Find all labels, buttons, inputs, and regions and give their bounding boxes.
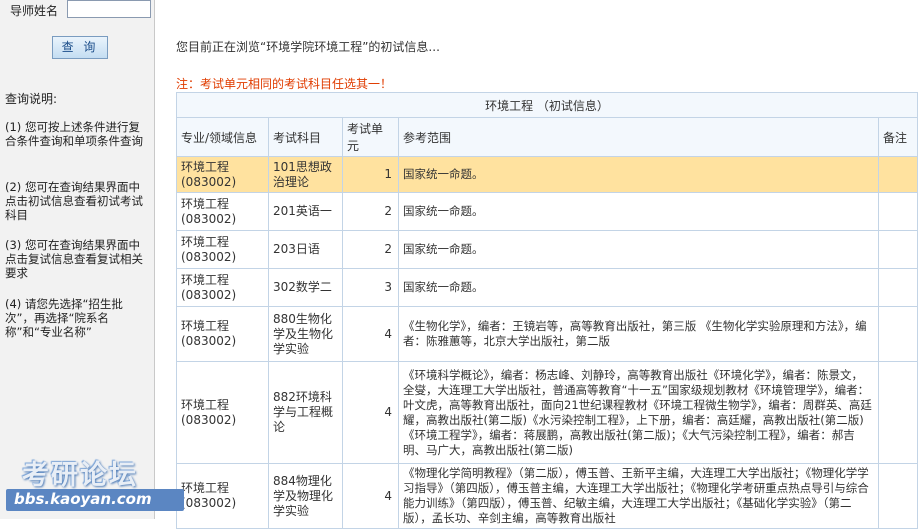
help-item-3: (3) 您可在查询结果界面中点击复试信息查看复试相关要求 <box>5 238 143 280</box>
unit-cell: 1 <box>342 156 399 193</box>
major-cell: 环境工程 (083002) <box>176 268 269 307</box>
reference-cell: 《生物化学》，编者：王镜岩等，高等教育出版社，第三版 《生物化学实验原理和方法》… <box>398 306 879 362</box>
reference-cell: 国家统一命题。 <box>398 192 879 231</box>
major-name: 环境工程 <box>181 272 230 287</box>
major-cell: 环境工程 (083002) <box>176 192 269 231</box>
column-header-subject: 考试科目 <box>268 117 343 157</box>
table-row[interactable]: 环境工程 (083002) 882环境科学与工程概论 4 《环境科学概论》，编者：杨志峰… <box>176 361 919 464</box>
unit-cell: 2 <box>342 230 399 269</box>
kaoyan-watermark-logo: 考研论坛 bbs.kaoyan.com <box>0 453 190 519</box>
subject-cell: 302数学二 <box>268 268 343 307</box>
subject-cell: 203日语 <box>268 230 343 269</box>
reference-cell: 国家统一命题。 <box>398 156 879 193</box>
unit-cell: 4 <box>342 306 399 362</box>
watermark-title: 考研论坛 <box>22 460 138 491</box>
major-name: 环境工程 <box>181 196 230 211</box>
major-name: 环境工程 <box>181 397 230 412</box>
table-row[interactable]: 环境工程 (083002) 201英语一 2 国家统一命题。 <box>176 192 919 231</box>
table-row[interactable]: 环境工程 (083002) 302数学二 3 国家统一命题。 <box>176 268 919 307</box>
major-cell: 环境工程 (083002) <box>176 306 269 362</box>
major-code: (083002) <box>181 174 237 189</box>
help-item-4: (4) 请您先选择“招生批次”，再选择“院系名称”和“专业名称” <box>5 297 123 339</box>
advisor-name-input[interactable] <box>67 0 151 18</box>
table-row[interactable]: 环境工程 (083002) 203日语 2 国家统一命题。 <box>176 230 919 269</box>
table-caption: 环境工程 （初试信息） <box>175 92 919 118</box>
table-row[interactable]: 环境工程 (083002) 880生物化学及生物化学实验 4 《生物化学》，编者：王镜岩… <box>176 306 919 362</box>
remark-cell <box>877 361 919 464</box>
major-cell: 环境工程 (083002) <box>176 230 269 269</box>
unit-cell: 3 <box>342 268 399 307</box>
major-code: (083002) <box>181 249 237 264</box>
major-name: 环境工程 <box>181 159 230 174</box>
browse-info-text: 您目前正在浏览“环境学院环境工程”的初试信息... <box>176 40 440 54</box>
subject-cell: 882环境科学与工程概论 <box>268 361 343 464</box>
reference-cell: 国家统一命题。 <box>398 268 879 307</box>
exam-unit-note: 注：考试单元相同的考试科目任选其一！ <box>176 77 393 91</box>
major-code: (083002) <box>181 334 237 348</box>
column-header-unit: 考试单元 <box>342 117 399 157</box>
major-code: (083002) <box>181 287 237 302</box>
help-item-1: (1) 您可按上述条件进行复合条件查询和单项条件查询 <box>5 120 143 148</box>
remark-cell <box>877 306 919 362</box>
column-header-reference: 参考范围 <box>398 117 879 157</box>
help-title: 查询说明: <box>5 92 58 106</box>
remark-cell <box>877 156 919 193</box>
column-header-major: 专业/领域信息 <box>176 117 269 157</box>
column-header-remark: 备注 <box>877 117 919 157</box>
exam-info-table: 环境工程 （初试信息） 专业/领域信息 考试科目 考试单元 参考范围 备注 环境… <box>175 92 919 529</box>
unit-cell: 2 <box>342 192 399 231</box>
remark-cell <box>877 230 919 269</box>
table-row[interactable]: 环境工程 (083002) 101思想政治理论 1 国家统一命题。 <box>176 156 919 193</box>
remark-cell <box>877 192 919 231</box>
major-name: 环境工程 <box>181 319 230 333</box>
major-code: (083002) <box>181 211 237 226</box>
subject-cell: 880生物化学及生物化学实验 <box>268 306 343 362</box>
subject-cell: 201英语一 <box>268 192 343 231</box>
help-item-2: (2) 您可在查询结果界面中点击初试信息查看初试考试科目 <box>5 180 143 222</box>
major-cell: 环境工程 (083002) <box>176 361 269 464</box>
advisor-name-label: 导师姓名 <box>10 4 59 18</box>
exam-info-table-container: 环境工程 （初试信息） 专业/领域信息 考试科目 考试单元 参考范围 备注 环境… <box>175 92 919 529</box>
watermark-url: bbs.kaoyan.com <box>14 490 152 508</box>
major-code: (083002) <box>181 412 237 427</box>
major-cell: 环境工程 (083002) <box>176 156 269 193</box>
unit-cell: 4 <box>342 361 399 464</box>
sidebar: 导师姓名 查 询 查询说明: (1) 您可按上述条件进行复合条件查询和单项条件查… <box>0 0 155 519</box>
major-name: 环境工程 <box>181 234 230 249</box>
reference-cell: 国家统一命题。 <box>398 230 879 269</box>
query-button[interactable]: 查 询 <box>52 36 108 59</box>
remark-cell <box>877 268 919 307</box>
subject-cell: 101思想政治理论 <box>268 156 343 193</box>
reference-cell: 《环境科学概论》，编者：杨志峰、刘静玲，高等教育出版社《环境化学》，编者：陈景文… <box>398 361 879 464</box>
